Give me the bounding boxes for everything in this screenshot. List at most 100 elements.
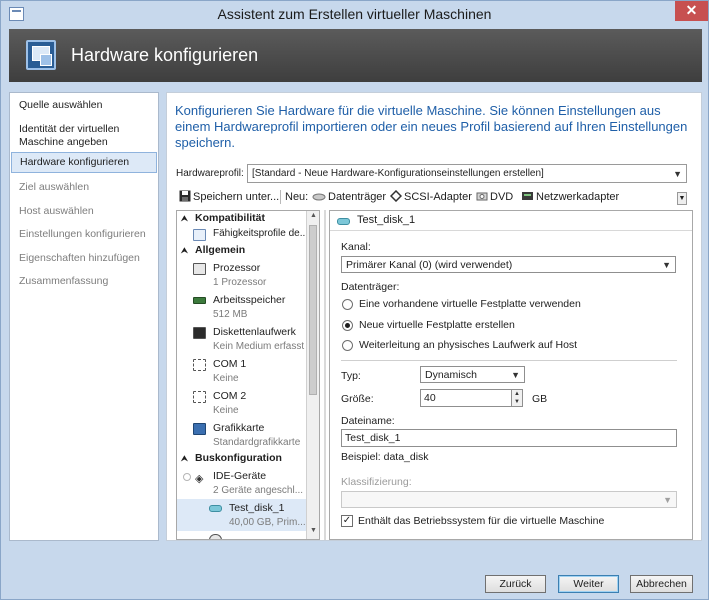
floppy-title: Diskettenlaufwerk — [213, 326, 296, 338]
channel-label: Kanal: — [341, 241, 371, 253]
tree-item-processor[interactable]: Prozessor 1 Prozessor — [177, 259, 308, 291]
new-disk-label: Datenträger — [328, 191, 387, 203]
graphics-sub: Standardgrafikkarte — [213, 437, 301, 448]
radio-passthrough[interactable] — [342, 340, 353, 351]
section-compatibility[interactable]: ⮝ Kompatibilität — [177, 211, 308, 226]
scroll-down-icon[interactable]: ▼ — [308, 527, 319, 538]
os-checkbox-label[interactable]: Enthält das Betriebssystem für die virtu… — [358, 515, 604, 527]
radio-new-disk[interactable] — [342, 320, 353, 331]
section-bus[interactable]: ⮝ Buskonfiguration — [177, 451, 308, 466]
detail-panel: Test_disk_1 Kanal: Primärer Kanal (0) (w… — [329, 210, 693, 540]
section-general[interactable]: ⮝ Allgemein — [177, 243, 308, 258]
size-input[interactable]: 40 — [420, 389, 512, 407]
floppy-icon — [193, 327, 206, 339]
section-bus-label: Buskonfiguration — [195, 452, 282, 464]
divider — [341, 360, 677, 361]
save-as-label: Speichern unter... — [193, 191, 280, 203]
size-spinner[interactable]: ▲ ▼ — [511, 389, 523, 407]
section-general-label: Allgemein — [195, 244, 246, 256]
tree-item-capability[interactable]: Fähigkeitsprofile de... — [177, 226, 308, 243]
processor-sub: 1 Prozessor — [213, 277, 267, 288]
pane-splitter[interactable] — [324, 210, 326, 540]
hwprofile-label: Hardwareprofil: — [176, 168, 244, 179]
classification-select[interactable]: ▼ — [341, 491, 677, 508]
type-select[interactable]: Dynamisch ▼ — [420, 366, 525, 383]
nav-item-identity[interactable]: Identität der virtuellen Maschine angebe… — [11, 123, 157, 149]
new-nic-label: Netzwerkadapter — [536, 191, 620, 203]
nav-item-hardware[interactable]: Hardware konfigurieren — [11, 152, 157, 173]
os-checkbox[interactable]: ✓ — [341, 515, 353, 527]
next-button[interactable]: Weiter — [558, 575, 619, 593]
tree-item-vhd[interactable]: Test_disk_1 40,00 GB, Prim... — [177, 499, 308, 531]
back-button[interactable]: Zurück — [485, 575, 546, 593]
com2-sub: Keine — [213, 405, 239, 416]
com1-title: COM 1 — [213, 358, 247, 370]
nav-item-settings: Einstellungen konfigurieren — [19, 228, 146, 240]
radio-existing-disk[interactable] — [342, 299, 353, 310]
collapse-icon: ⮝ — [181, 214, 188, 223]
dvd-icon — [209, 534, 222, 539]
size-unit: GB — [532, 393, 548, 405]
new-scsi-button[interactable]: SCSI-Adapter — [390, 189, 472, 205]
spinner-down-icon[interactable]: ▼ — [512, 398, 522, 406]
nav-item-source[interactable]: Quelle auswählen — [11, 99, 157, 112]
tree-item-memory[interactable]: Arbeitsspeicher 512 MB — [177, 291, 308, 323]
serial-port-icon — [193, 359, 206, 371]
tree-item-ide[interactable]: ◈ IDE-Geräte 2 Geräte angeschl... — [177, 467, 308, 499]
tree-scrollbar[interactable]: ▲ ▼ — [306, 211, 319, 539]
new-dvd-label: DVD — [490, 191, 514, 203]
nav-item-summary: Zusammenfassung — [19, 275, 109, 287]
new-nic-button[interactable]: Netzwerkadapter — [521, 189, 619, 205]
collapse-icon: ⮝ — [181, 454, 188, 463]
graphics-title: Grafikkarte — [213, 422, 265, 434]
tree-item-com2[interactable]: COM 2 Keine — [177, 387, 308, 419]
detail-title: Test_disk_1 — [357, 214, 416, 226]
intro-text: Konfigurieren Sie Hardware für die virtu… — [175, 103, 688, 150]
capability-title: Fähigkeitsprofile de... — [213, 228, 309, 239]
processor-icon — [193, 263, 206, 275]
type-label: Typ: — [341, 370, 361, 382]
window-title: Assistent zum Erstellen virtueller Masch… — [217, 6, 492, 22]
chevron-down-icon: ▼ — [511, 370, 520, 380]
title-bar: Assistent zum Erstellen virtueller Masch… — [1, 1, 708, 29]
chevron-down-icon: ▼ — [673, 169, 682, 179]
channel-select[interactable]: Primärer Kanal (0) (wird verwendet) ▼ — [341, 256, 676, 273]
hardware-toolbar: Speichern unter... Neu: Datenträger SCSI… — [176, 189, 687, 207]
save-as-button[interactable]: Speichern unter... — [179, 189, 279, 205]
hardware-wizard-icon — [26, 40, 56, 70]
hwprofile-select[interactable]: [Standard - Neue Hardware-Konfigurations… — [247, 164, 687, 183]
radio-existing-label[interactable]: Eine vorhandene virtuelle Festplatte ver… — [359, 298, 581, 310]
cancel-button[interactable]: Abbrechen — [630, 575, 693, 593]
dvd-icon — [476, 192, 488, 201]
ide-sub: 2 Geräte angeschl... — [213, 485, 304, 496]
new-scsi-label: SCSI-Adapter — [404, 191, 472, 203]
filename-input[interactable]: Test_disk_1 — [341, 429, 677, 447]
chevron-down-icon: ▼ — [662, 260, 671, 270]
scroll-thumb[interactable] — [309, 225, 317, 395]
scroll-up-icon[interactable]: ▲ — [308, 212, 319, 223]
expand-toggle-icon[interactable] — [183, 473, 191, 481]
toolbar-overflow-button[interactable]: ▼ — [677, 192, 687, 205]
tree-item-graphics[interactable]: Grafikkarte Standardgrafikkarte — [177, 419, 308, 451]
network-adapter-icon — [522, 192, 533, 200]
radio-new-label[interactable]: Neue virtuelle Festplatte erstellen — [359, 319, 515, 331]
radio-passthrough-label[interactable]: Weiterleitung an physisches Laufwerk auf… — [359, 339, 577, 351]
type-value: Dynamisch — [425, 369, 477, 381]
classification-label: Klassifizierung: — [341, 476, 412, 488]
memory-icon — [193, 297, 206, 304]
tree-item-partial — [177, 532, 308, 539]
virtual-disk-icon — [209, 505, 222, 512]
new-disk-button[interactable]: Datenträger — [312, 189, 386, 205]
new-dvd-button[interactable]: DVD — [476, 189, 513, 205]
save-icon — [179, 190, 191, 202]
tree-item-floppy[interactable]: Diskettenlaufwerk Kein Medium erfasst — [177, 323, 308, 355]
size-label: Größe: — [341, 393, 374, 405]
com1-sub: Keine — [213, 373, 239, 384]
spinner-up-icon[interactable]: ▲ — [512, 390, 522, 398]
processor-title: Prozessor — [213, 262, 261, 274]
tree-item-com1[interactable]: COM 1 Keine — [177, 355, 308, 387]
close-button[interactable]: ✕ — [675, 1, 708, 21]
chevron-down-icon: ▼ — [663, 495, 672, 505]
floppy-sub: Kein Medium erfasst — [213, 341, 305, 352]
serial-port-icon — [193, 391, 206, 403]
